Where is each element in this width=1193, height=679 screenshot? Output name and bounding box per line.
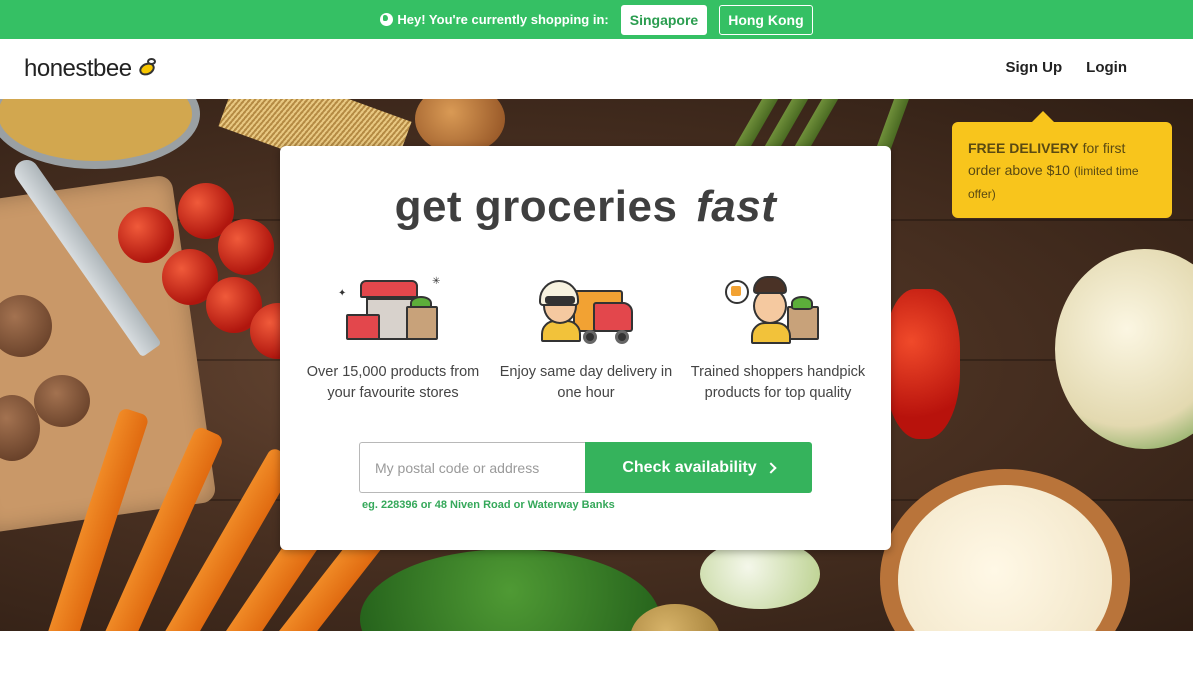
feature-products: ✦ ✳ ✦ Over 15,000 products from your fav… [298, 276, 488, 404]
region-button-hong-kong[interactable]: Hong Kong [719, 4, 813, 35]
postal-code-hint: eg. 228396 or 48 Niven Road or Waterway … [362, 499, 615, 511]
logo-text: honestbee [24, 55, 132, 82]
delivery-truck-icon [531, 276, 641, 352]
pasta-bowl-image [0, 99, 200, 169]
headline-emphasis: fast [696, 182, 777, 231]
chevron-right-icon [764, 461, 777, 474]
promo-strong: FREE DELIVERY [968, 140, 1079, 156]
feature-shoppers-text: Trained shoppers handpick products for t… [690, 364, 866, 401]
globe-icon [380, 13, 394, 26]
store-icon: ✦ ✳ ✦ [338, 276, 448, 352]
region-message-text: Hey! You're currently shopping in: [397, 12, 609, 27]
pepper-image [885, 289, 960, 439]
feature-delivery: Enjoy same day delivery in one hour [491, 276, 681, 404]
feature-shoppers: Trained shoppers handpick products for t… [683, 276, 873, 404]
login-link[interactable]: Login [1086, 59, 1127, 76]
headline: get groceries fast [280, 182, 891, 232]
availability-form: Check availability [359, 442, 812, 493]
signup-card: get groceries fast ✦ ✳ ✦ Over 15,000 pro… [280, 146, 891, 550]
check-availability-label: Check availability [622, 458, 757, 476]
site-header: honestbee Sign Up Login [0, 39, 1193, 99]
logo[interactable]: honestbee [24, 55, 159, 83]
headline-main: get groceries [394, 182, 678, 231]
bee-icon [135, 58, 159, 80]
region-message: Hey! You're currently shopping in: [380, 12, 609, 27]
signup-link[interactable]: Sign Up [1006, 59, 1063, 76]
shopper-icon [723, 276, 833, 352]
feature-delivery-text: Enjoy same day delivery in one hour [499, 364, 673, 401]
region-banner: Hey! You're currently shopping in: Singa… [0, 0, 1193, 39]
region-button-singapore[interactable]: Singapore [620, 4, 708, 35]
greens-image [360, 549, 660, 631]
cauliflower-image [1055, 249, 1193, 449]
postal-code-input[interactable] [359, 442, 585, 493]
free-delivery-promo: FREE DELIVERY for first order above $10 … [952, 111, 1172, 218]
header-nav: Sign Up Login [1006, 59, 1128, 76]
feature-products-text: Over 15,000 products from your favourite… [306, 364, 480, 401]
check-availability-button[interactable]: Check availability [585, 442, 812, 493]
